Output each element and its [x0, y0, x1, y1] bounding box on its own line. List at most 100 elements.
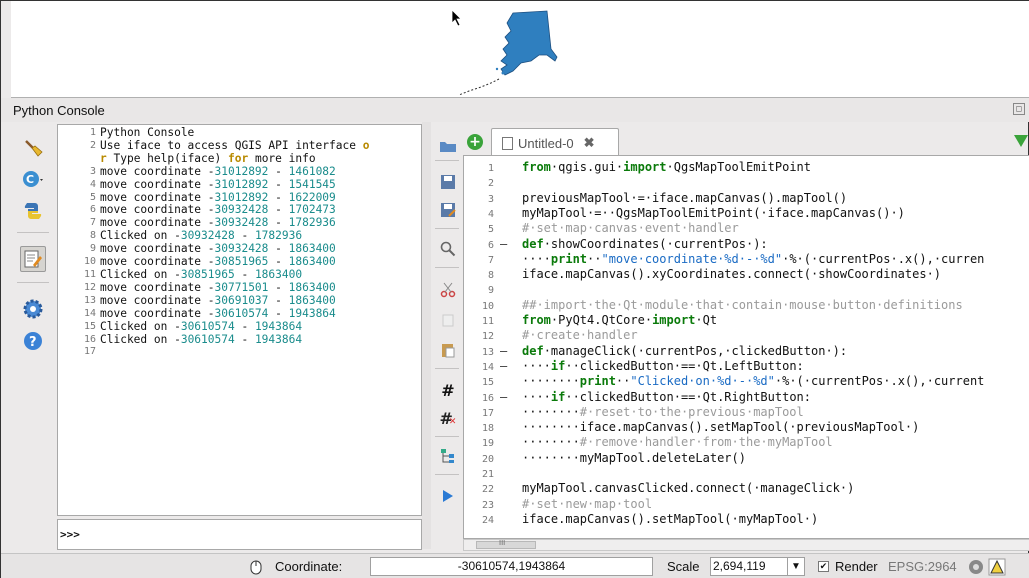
- chevron-down-icon[interactable]: ▼: [787, 558, 804, 575]
- output-number: 1863400: [254, 267, 303, 281]
- code-token: if: [550, 389, 566, 404]
- code-token: ········: [522, 435, 580, 450]
- code-comment: #·set·new·map·tool: [522, 496, 653, 511]
- code-token: ·%·(·currentPos·.x(),·curren: [782, 251, 985, 266]
- code-line: 9: [464, 281, 1029, 297]
- code-token: myMapTool·=··QgsMapToolEmitPoint(·iface.…: [522, 205, 905, 220]
- epsg-label[interactable]: EPSG:2964: [888, 559, 957, 574]
- fold-marker: –: [500, 358, 508, 373]
- output-number: 31012892: [214, 164, 269, 178]
- find-icon[interactable]: [438, 239, 458, 259]
- mouse-coordinate-icon[interactable]: [248, 559, 264, 575]
- help-icon[interactable]: ?: [20, 328, 46, 354]
- code-token: ····: [522, 389, 551, 404]
- output-number: 1863400: [288, 280, 336, 294]
- document-icon: [502, 136, 513, 150]
- output-separator: -: [268, 306, 289, 320]
- scrollbar-thumb[interactable]: III: [476, 539, 536, 549]
- settings-icon[interactable]: [20, 296, 46, 322]
- code-line: 6– def·showCoordinates(·currentPos·):: [464, 236, 1029, 252]
- show-editor-icon[interactable]: [20, 246, 46, 272]
- console-input[interactable]: >>>: [57, 519, 422, 550]
- output-separator: -: [268, 177, 289, 191]
- output-text: r Type help(iface): [100, 151, 228, 165]
- tab-list-icon[interactable]: [1014, 135, 1028, 147]
- output-text: move coordinate -: [100, 293, 215, 307]
- float-panel-icon[interactable]: ◻: [1013, 103, 1025, 115]
- code-token: ·%·(·currentPos·.x(),·current: [774, 374, 985, 389]
- run-script-icon[interactable]: [438, 486, 458, 506]
- open-file-icon[interactable]: [438, 136, 458, 156]
- output-line-number: 13: [83, 294, 96, 306]
- fold-marker: –: [500, 389, 508, 404]
- output-line-number: 17: [83, 346, 96, 358]
- output-number: 1461082: [288, 164, 336, 178]
- code-line: 20 ········myMapTool.deleteLater(): [464, 450, 1029, 466]
- code-line: 12 #·create·handler: [464, 327, 1029, 343]
- code-token: import: [652, 313, 696, 327]
- console-output[interactable]: 1 Python Console 2 Use iface to access QGIS…: [57, 124, 422, 516]
- comment-icon[interactable]: #: [438, 380, 458, 400]
- splitter[interactable]: [422, 122, 431, 549]
- coordinate-label: Coordinate:: [275, 559, 343, 574]
- run-command-icon[interactable]: [20, 198, 46, 224]
- tab-untitled-0[interactable]: Untitled-0 ✖: [491, 128, 619, 157]
- code-line: 16– ····if··clickedButton·==·Qt.RightButt…: [464, 389, 1029, 405]
- output-text: Clicked on -: [100, 332, 181, 346]
- warning-icon[interactable]: [988, 558, 1006, 576]
- close-tab-icon[interactable]: ✖: [584, 135, 595, 151]
- output-line-number: 14: [83, 307, 96, 319]
- code-token: ·QgsMapToolEmitPoint: [666, 160, 812, 174]
- render-checkbox[interactable]: ✔: [818, 561, 829, 572]
- save-as-icon[interactable]: [438, 200, 458, 220]
- horizontal-scrollbar[interactable]: III: [463, 539, 1029, 551]
- code-token: ········myMapTool.deleteLater(): [522, 450, 746, 465]
- projection-icon[interactable]: [967, 558, 985, 576]
- output-text: more info: [248, 151, 316, 165]
- code-token: ·PyQt4.QtCore·: [550, 313, 653, 327]
- import-class-icon[interactable]: C: [20, 166, 46, 192]
- object-inspector-icon[interactable]: [438, 446, 458, 466]
- map-canvas[interactable]: [11, 1, 1029, 98]
- code-line: 23 #·set·new·map·tool: [464, 496, 1029, 512]
- scale-combobox[interactable]: 2,694,119 ▼: [710, 557, 805, 576]
- paste-icon[interactable]: [438, 340, 458, 360]
- output-number: 30610574: [180, 332, 235, 346]
- output-text: move coordinate -: [100, 306, 215, 320]
- code-comment: #·set·map·canvas·event·handler: [522, 221, 739, 236]
- output-text: Clicked on -: [100, 319, 181, 333]
- clear-console-icon[interactable]: [20, 136, 46, 162]
- cut-icon[interactable]: [438, 280, 458, 300]
- code-token: ·manageClick(·currentPos,·clickedButton·…: [543, 343, 848, 358]
- code-token: ········iface.mapCanvas().setMapTool(·pr…: [522, 420, 920, 435]
- output-separator: -: [268, 293, 289, 307]
- code-line: 13– def·manageClick(·currentPos,·clickedB…: [464, 343, 1029, 359]
- uncomment-icon[interactable]: # ✕: [438, 408, 458, 428]
- coordinate-field[interactable]: -30610574,1943864: [370, 557, 653, 576]
- output-number: 1943864: [254, 319, 303, 333]
- output-line-number: 16: [83, 333, 96, 345]
- code-token: ····: [522, 358, 551, 373]
- save-icon[interactable]: [438, 172, 458, 192]
- output-text: move coordinate -: [100, 177, 215, 191]
- output-text: move coordinate -: [100, 280, 215, 294]
- output-line: 16 Clicked on -30610574 - 1943864: [58, 332, 421, 347]
- editor-tabbar: + Untitled-0 ✖: [463, 122, 1029, 157]
- new-tab-button[interactable]: +: [467, 134, 483, 150]
- output-line-number: 11: [83, 268, 96, 280]
- code-token: ··: [587, 251, 602, 266]
- copy-icon[interactable]: [438, 310, 458, 330]
- code-line: 10 ##·import·the·Qt·module·that·contain·m…: [464, 297, 1029, 313]
- code-token: if: [550, 358, 566, 373]
- code-editor[interactable]: 1 from·qgis.gui·import·QgsMapToolEmitPoin…: [463, 155, 1029, 539]
- qgis-window: Python Console ◻ C ? 1 Python Console 2 Use…: [0, 0, 1029, 578]
- tab-label: Untitled-0: [518, 135, 574, 151]
- scroll-grip: III: [499, 539, 506, 547]
- python-console-title: Python Console: [13, 103, 105, 118]
- output-separator: -: [234, 267, 255, 281]
- output-line: 2 Use iface to access QGIS API interface …: [58, 138, 421, 153]
- mouse-cursor-icon: [451, 9, 462, 27]
- code-line: 15 ········print··"Clicked·on·%d·-·%d"·%·…: [464, 373, 1029, 389]
- output-keyword: o: [362, 138, 370, 152]
